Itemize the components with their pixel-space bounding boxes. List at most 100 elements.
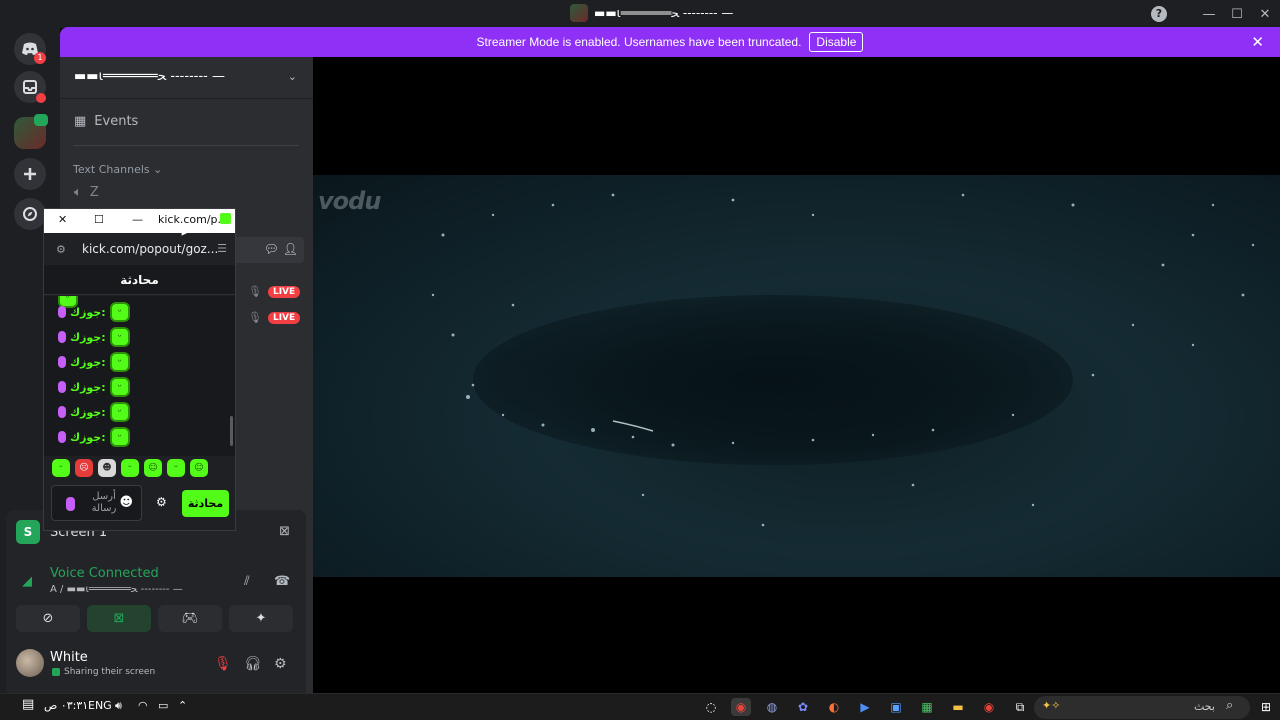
stop-screen-share-button[interactable]: ⊠ bbox=[87, 605, 151, 632]
muted-mic-icon: 🎙︎ bbox=[248, 285, 262, 298]
chrome-icon[interactable]: ◉ bbox=[979, 698, 999, 716]
clock[interactable]: ٠٣:٣١ ص bbox=[44, 699, 88, 712]
chat-username[interactable]: جوزك: bbox=[70, 356, 106, 369]
emote-icon: ᵕ bbox=[109, 377, 130, 397]
camera-off-button[interactable]: ⊘ bbox=[16, 605, 80, 632]
discover-icon[interactable] bbox=[14, 198, 46, 230]
screen-share-icon: S bbox=[16, 520, 40, 544]
emoji-picker-icon[interactable]: ☻ bbox=[119, 495, 133, 510]
avatar[interactable] bbox=[16, 649, 44, 677]
disable-streamer-mode-button[interactable]: Disable bbox=[809, 32, 864, 52]
video-frame: vodu bbox=[313, 175, 1280, 577]
banner-close-icon[interactable]: ✕ bbox=[1251, 33, 1264, 51]
popup-close-icon[interactable]: ✕ bbox=[58, 213, 67, 226]
taskbar-app-icon[interactable]: ▶ bbox=[855, 698, 875, 716]
chat-and-invite-icons[interactable]: 💬︎ 👤︎ bbox=[264, 242, 298, 256]
taskbar-app-icon[interactable]: ▣ bbox=[886, 698, 906, 716]
chevron-down-icon[interactable]: ⌄ bbox=[288, 70, 297, 83]
minimize-button[interactable]: — bbox=[1195, 4, 1223, 24]
soundboard-button[interactable]: ✦ bbox=[229, 605, 293, 632]
send-chat-button[interactable]: محادثة bbox=[182, 490, 229, 517]
live-user-row[interactable]: 🎙︎ LIVE bbox=[248, 311, 301, 324]
emote-icon[interactable]: ☹ bbox=[75, 459, 93, 477]
channel-z[interactable]: 🔈︎ Z bbox=[74, 185, 99, 200]
server-name: ▬▬ι═══════ﺤ -------- — bbox=[74, 69, 225, 84]
chat-username[interactable]: جوزك: bbox=[70, 381, 106, 394]
mic-muted-icon[interactable]: 🎙︎ bbox=[214, 656, 232, 672]
emote-icon[interactable]: ☻ bbox=[98, 459, 116, 477]
call-controls: ⊘ ⊠ 🎮︎ ✦ bbox=[16, 605, 293, 632]
file-explorer-icon[interactable]: ▬ bbox=[948, 698, 968, 716]
site-info-icon[interactable]: ⚙ bbox=[56, 243, 66, 256]
signal-icon[interactable]: ◢ bbox=[22, 574, 32, 589]
live-user-row[interactable]: 🎙︎ LIVE bbox=[248, 285, 301, 298]
maximize-button[interactable]: ☐ bbox=[1223, 4, 1251, 24]
chrome-icon[interactable]: ◉ bbox=[731, 698, 751, 716]
stop-stream-icon[interactable]: ⊠ bbox=[279, 524, 290, 539]
category-label: Text Channels bbox=[73, 163, 150, 176]
taskbar-app-icon[interactable]: ▦ bbox=[917, 698, 937, 716]
kick-chat-popup: ✕ ☐ — kick.com/p... ⚙ kick.com/popout/go… bbox=[43, 208, 236, 531]
divider bbox=[73, 145, 299, 146]
site-settings-icon[interactable]: ☰ bbox=[217, 242, 227, 255]
close-window-button[interactable]: ✕ bbox=[1251, 4, 1279, 24]
mic-badge-icon bbox=[58, 431, 66, 443]
chat-username[interactable]: جوزك: bbox=[70, 406, 106, 419]
gear-icon[interactable]: ⚙ bbox=[274, 656, 287, 672]
chat-username[interactable]: جوزك: bbox=[70, 431, 106, 444]
chat-username[interactable]: جوزك: bbox=[70, 306, 106, 319]
server-icon[interactable] bbox=[14, 114, 48, 149]
activities-button[interactable]: 🎮︎ bbox=[158, 605, 222, 632]
voice-channel-path[interactable]: A / ▬▬ι═══════ﺤ -------- — bbox=[50, 584, 183, 595]
battery-icon[interactable]: ▭ bbox=[158, 699, 168, 712]
streamer-mode-banner: Streamer Mode is enabled. Usernames have… bbox=[60, 27, 1280, 57]
volume-icon[interactable]: 🔊︎ bbox=[115, 699, 122, 713]
kick-logo-icon bbox=[220, 213, 231, 224]
task-view-icon[interactable]: ⧉ bbox=[1010, 698, 1030, 716]
emote-icon[interactable]: ☺ bbox=[190, 459, 208, 477]
discord-home-icon[interactable]: 1 bbox=[14, 33, 46, 65]
headphones-icon[interactable]: 🎧︎ bbox=[244, 656, 262, 672]
emote-icon[interactable]: ☺ bbox=[144, 459, 162, 477]
mic-badge-icon bbox=[58, 331, 66, 343]
language-indicator[interactable]: ENG bbox=[88, 699, 112, 712]
emote-icon[interactable]: ᵕ bbox=[167, 459, 185, 477]
chat-scrollbar[interactable] bbox=[230, 416, 233, 446]
chat-username[interactable]: جوزك: bbox=[70, 331, 106, 344]
chat-input[interactable]: أرسل رسالة ☻ bbox=[51, 485, 142, 521]
mic-badge-icon bbox=[66, 497, 75, 511]
taskbar-app-icon[interactable]: ✿ bbox=[793, 698, 813, 716]
emote-icon[interactable]: ᵕ bbox=[52, 459, 70, 477]
popup-url[interactable]: kick.com/popout/goz... bbox=[82, 242, 218, 256]
help-icon[interactable]: ? bbox=[1151, 6, 1167, 22]
notifications-icon[interactable]: ▤ bbox=[22, 697, 34, 712]
window-title-text: ▬▬ι═══════ﺤ -------- — bbox=[594, 6, 734, 20]
category-text-channels[interactable]: Text Channels ⌄ bbox=[73, 163, 162, 176]
popup-minimize-icon[interactable]: — bbox=[132, 213, 143, 226]
inbox-icon[interactable] bbox=[14, 71, 46, 103]
events-link[interactable]: ▦ Events bbox=[74, 114, 138, 129]
chevron-up-icon[interactable]: ⌃ bbox=[178, 699, 187, 712]
search-box[interactable]: ✦✧ بحث ⌕ bbox=[1034, 696, 1250, 719]
server-header[interactable]: ▬▬ι═══════ﺤ -------- — ⌄ bbox=[60, 57, 313, 99]
noise-suppression-icon[interactable]: ⫽ bbox=[244, 574, 250, 589]
calendar-icon: ▦ bbox=[74, 114, 87, 129]
discord-taskbar-icon[interactable]: ◍ bbox=[762, 698, 782, 716]
disconnect-icon[interactable]: ☎︎ bbox=[274, 574, 290, 589]
taskbar-app-icon[interactable]: ◌ bbox=[701, 698, 721, 716]
user-name[interactable]: White bbox=[50, 650, 88, 665]
chat-settings-icon[interactable]: ⚙ bbox=[156, 495, 167, 509]
wifi-icon[interactable]: ◠ bbox=[138, 699, 148, 712]
emote-icon[interactable]: ᵕ bbox=[121, 459, 139, 477]
popup-address-bar[interactable]: ⚙ kick.com/popout/goz... ☰ bbox=[44, 233, 235, 265]
server-avatar-icon bbox=[570, 4, 588, 22]
windows-start-icon[interactable]: ⊞ bbox=[1256, 698, 1276, 716]
popup-maximize-icon[interactable]: ☐ bbox=[94, 213, 104, 226]
stream-viewer[interactable]: vodu bbox=[313, 57, 1280, 693]
emote-icon: ᵕ bbox=[109, 302, 130, 322]
voice-connected-status[interactable]: Voice Connected bbox=[50, 566, 159, 581]
firefox-icon[interactable]: ◐ bbox=[824, 698, 844, 716]
chat-input-placeholder[interactable]: أرسل رسالة bbox=[86, 491, 122, 515]
chat-message: جوزك: ᵕ bbox=[58, 377, 130, 397]
add-server-icon[interactable] bbox=[14, 158, 46, 190]
